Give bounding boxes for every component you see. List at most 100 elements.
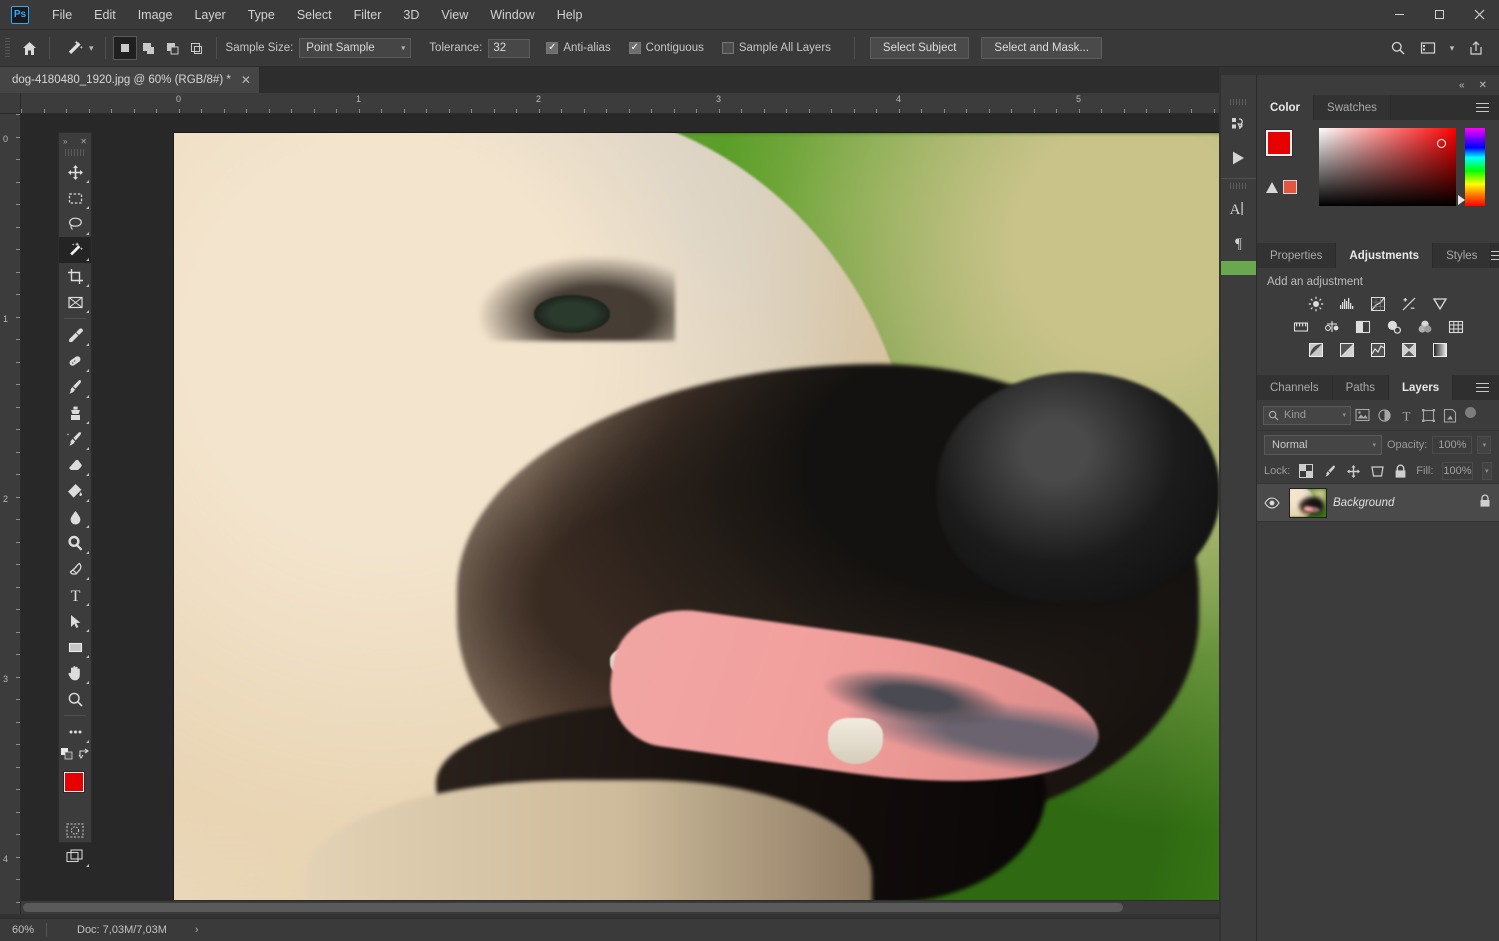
black-white-icon[interactable]	[1353, 317, 1372, 336]
lasso-tool[interactable]	[59, 211, 91, 237]
spot-healing-brush-tool[interactable]	[59, 348, 91, 374]
curves-icon[interactable]	[1369, 294, 1388, 313]
contiguous-checkbox-row[interactable]: Contiguous	[628, 42, 704, 54]
menu-file[interactable]: File	[41, 4, 83, 26]
menu-select[interactable]: Select	[286, 4, 343, 26]
menu-layer[interactable]: Layer	[183, 4, 236, 26]
tools-panel-grip[interactable]	[65, 149, 85, 156]
web-safe-color-swatch[interactable]	[1283, 180, 1297, 194]
filter-shape-layers-icon[interactable]	[1417, 405, 1439, 425]
menu-help[interactable]: Help	[546, 4, 594, 26]
menu-view[interactable]: View	[430, 4, 479, 26]
hue-saturation-icon[interactable]	[1291, 317, 1310, 336]
sample-all-layers-checkbox[interactable]	[721, 42, 734, 54]
selective-color-icon[interactable]	[1400, 340, 1419, 359]
zoom-level[interactable]: 60%	[0, 924, 46, 936]
tab-color[interactable]: Color	[1257, 95, 1315, 120]
type-tool[interactable]: T	[59, 582, 91, 608]
hue-slider-marker[interactable]	[1458, 195, 1465, 205]
maximize-button[interactable]	[1419, 0, 1459, 30]
tab-adjustments[interactable]: Adjustments	[1336, 243, 1434, 268]
new-selection-button[interactable]	[112, 36, 137, 60]
clone-stamp-tool[interactable]	[59, 400, 91, 426]
vertical-ruler[interactable]: 0 1 2 3 4	[0, 114, 21, 914]
tolerance-input[interactable]: 32	[488, 38, 531, 58]
color-lookup-icon[interactable]	[1446, 317, 1465, 336]
filter-pixel-layers-icon[interactable]	[1351, 405, 1373, 425]
color-field[interactable]	[1319, 128, 1456, 206]
fill-slider-toggle[interactable]: ▾	[1481, 462, 1492, 480]
hand-tool[interactable]	[59, 660, 91, 686]
history-brush-tool[interactable]	[59, 426, 91, 452]
close-icon[interactable]: ✕	[1479, 80, 1487, 91]
lock-artboard-nesting-icon[interactable]	[1370, 463, 1385, 479]
gradient-map-icon[interactable]	[1431, 340, 1450, 359]
blend-mode-select[interactable]: Normal ▾	[1264, 435, 1382, 455]
opacity-slider-toggle[interactable]: ▾	[1477, 436, 1492, 454]
menu-image[interactable]: Image	[127, 4, 184, 26]
canvas-workspace[interactable]	[21, 114, 1219, 914]
document-tab[interactable]: dog-4180480_1920.jpg @ 60% (RGB/8#) * ✕	[0, 67, 260, 93]
chevron-down-icon[interactable]: ▾	[89, 43, 94, 54]
tab-layers[interactable]: Layers	[1389, 375, 1454, 400]
horizontal-ruler[interactable]: 0 1 2 3 4 5	[21, 93, 1219, 114]
paragraph-icon[interactable]: ¶	[1221, 225, 1255, 259]
menu-window[interactable]: Window	[479, 4, 545, 26]
fill-input[interactable]: 100%	[1442, 462, 1473, 480]
lock-image-pixels-icon[interactable]	[1322, 463, 1337, 479]
brightness-contrast-icon[interactable]	[1307, 294, 1326, 313]
libraries-icon[interactable]	[1221, 107, 1255, 141]
channel-mixer-icon[interactable]	[1415, 317, 1434, 336]
eyedropper-tool[interactable]	[59, 322, 91, 348]
swap-colors-icon[interactable]	[78, 747, 90, 765]
magic-wand-tool[interactable]	[59, 237, 91, 263]
lock-position-icon[interactable]	[1346, 463, 1361, 479]
contiguous-checkbox[interactable]	[628, 42, 641, 54]
pen-tool[interactable]	[59, 556, 91, 582]
minimize-button[interactable]	[1379, 0, 1419, 30]
chevron-down-icon[interactable]: ▾	[1445, 36, 1459, 60]
rectangle-tool[interactable]	[59, 634, 91, 660]
select-and-mask-button[interactable]: Select and Mask...	[981, 37, 1103, 59]
blur-tool[interactable]	[59, 504, 91, 530]
crop-tool[interactable]	[59, 263, 91, 289]
status-expand-icon[interactable]: ›	[195, 924, 199, 936]
dock-grip[interactable]	[1230, 99, 1247, 105]
color-balance-icon[interactable]	[1322, 317, 1341, 336]
subtract-from-selection-button[interactable]	[161, 36, 185, 60]
document-canvas[interactable]	[174, 133, 1219, 903]
tab-channels[interactable]: Channels	[1257, 375, 1333, 400]
actions-icon[interactable]	[1221, 141, 1255, 175]
character-icon[interactable]: A	[1221, 191, 1255, 225]
zoom-tool[interactable]	[59, 686, 91, 712]
gamut-warning-icon[interactable]	[1266, 181, 1278, 193]
filter-type-layers-icon[interactable]: T	[1395, 405, 1417, 425]
anti-alias-checkbox[interactable]	[546, 42, 559, 54]
layer-lock-icon[interactable]	[1479, 494, 1491, 511]
frame-tool[interactable]	[59, 289, 91, 315]
tab-paths[interactable]: Paths	[1332, 375, 1390, 400]
adjustments-panel-menu-button[interactable]	[1491, 243, 1499, 268]
sample-all-layers-checkbox-row[interactable]: Sample All Layers	[721, 42, 831, 54]
vibrance-icon[interactable]	[1431, 294, 1450, 313]
magic-wand-icon[interactable]	[61, 36, 87, 60]
close-icon[interactable]: ✕	[80, 137, 87, 146]
color-picker-cursor[interactable]	[1437, 139, 1446, 148]
filter-smart-objects-icon[interactable]	[1439, 405, 1461, 425]
menu-type[interactable]: Type	[237, 4, 286, 26]
eraser-tool[interactable]	[59, 452, 91, 478]
anti-alias-checkbox-row[interactable]: Anti-alias	[546, 42, 611, 54]
collapse-icon[interactable]: »	[63, 137, 67, 146]
brush-tool[interactable]	[59, 374, 91, 400]
tab-styles[interactable]: Styles	[1433, 243, 1492, 268]
filter-toggle-switch[interactable]	[1465, 406, 1476, 418]
close-button[interactable]	[1459, 0, 1499, 30]
foreground-color-swatch[interactable]	[1265, 129, 1293, 157]
exposure-icon[interactable]	[1400, 294, 1419, 313]
home-icon[interactable]	[16, 36, 42, 60]
dock-grip-2[interactable]	[1230, 183, 1247, 189]
menu-edit[interactable]: Edit	[83, 4, 127, 26]
rectangular-marquee-tool[interactable]	[59, 185, 91, 211]
move-tool[interactable]	[59, 159, 91, 185]
foreground-color-swatch[interactable]	[64, 772, 84, 792]
